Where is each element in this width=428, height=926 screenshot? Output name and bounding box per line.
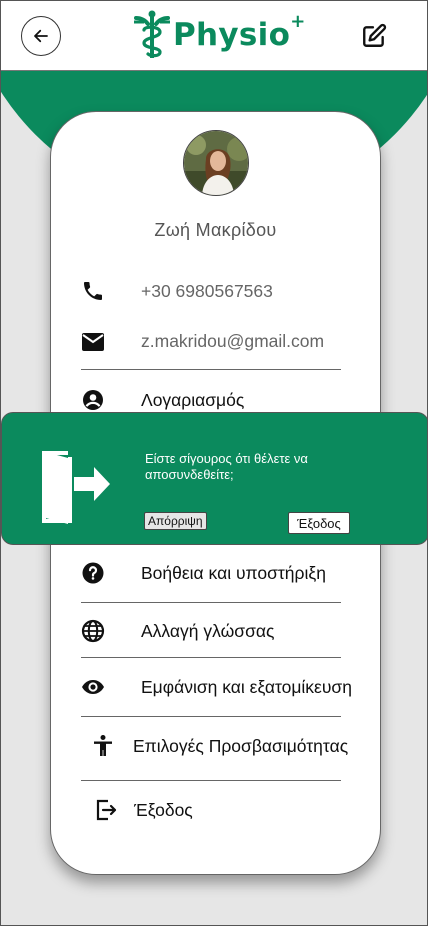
phone-row: +30 6980567563 — [81, 279, 273, 303]
email-address: z.makridou@gmail.com — [141, 331, 325, 351]
back-button[interactable] — [21, 16, 61, 56]
menu-item-label: Λογαριασμός — [141, 389, 245, 410]
profile-name: Ζωή Μακρίδου — [154, 220, 277, 240]
phone-icon — [81, 279, 127, 303]
menu-item-account[interactable]: Λογαριασμός — [81, 388, 244, 412]
account-icon — [81, 388, 127, 412]
logo-text: Physio — [173, 17, 291, 53]
menu-item-accessibility[interactable]: Επιλογές Προσβασιμότητας — [91, 734, 348, 758]
logout-confirm-dialog: Είστε σίγουρος ότι θέλετε να αποσυνδεθεί… — [1, 412, 427, 545]
dialog-message: Είστε σίγουρος ότι θέλετε να αποσυνδεθεί… — [145, 451, 308, 482]
top-bar: Physio + — [1, 1, 427, 71]
edit-profile-button[interactable] — [361, 23, 387, 49]
exit-door-icon — [42, 451, 110, 524]
menu-item-help[interactable]: Βοήθεια και υποστήριξη — [81, 561, 326, 585]
edit-icon — [363, 23, 387, 47]
divider — [81, 657, 341, 658]
eye-icon — [81, 675, 127, 699]
cancel-button[interactable]: Απόρριψη — [144, 512, 207, 530]
mail-icon — [81, 332, 127, 352]
email-row: z.makridou@gmail.com — [81, 331, 324, 352]
logout-icon — [94, 798, 120, 822]
globe-icon — [81, 619, 127, 643]
menu-item-label: Εμφάνιση και εξατομίκευση — [141, 676, 352, 697]
accessibility-icon — [91, 734, 119, 758]
avatar-photo — [184, 131, 248, 195]
logo-superscript: + — [290, 11, 306, 32]
menu-item-appearance[interactable]: Εμφάνιση και εξατομίκευση — [81, 675, 352, 699]
caduceus-icon — [134, 10, 170, 58]
app-frame: Physio + Ζωή Μακρίδου +30 6980567563 z.m… — [0, 0, 428, 926]
divider — [81, 602, 341, 603]
arrow-left-icon — [34, 29, 48, 43]
divider — [81, 369, 341, 370]
divider — [81, 716, 341, 717]
divider — [81, 780, 341, 781]
menu-item-logout[interactable]: Έξοδος — [94, 798, 193, 822]
menu-item-language[interactable]: Αλλαγή γλώσσας — [81, 619, 274, 643]
help-icon — [81, 561, 127, 585]
phone-number: +30 6980567563 — [141, 280, 273, 301]
menu-item-label: Αλλαγή γλώσσας — [141, 620, 275, 641]
avatar[interactable] — [183, 130, 249, 196]
menu-item-label: Βοήθεια και υποστήριξη — [141, 562, 326, 583]
app-logo: Physio + — [133, 9, 305, 61]
confirm-logout-button[interactable]: Έξοδος — [288, 512, 350, 534]
menu-item-label: Έξοδος — [134, 799, 193, 820]
menu-item-label: Επιλογές Προσβασιμότητας — [133, 735, 349, 756]
